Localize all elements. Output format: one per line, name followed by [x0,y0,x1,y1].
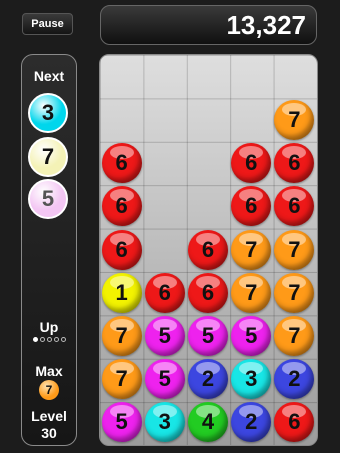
ball-number: 6 [201,279,215,305]
ball-number: 7 [115,322,128,348]
ball-6[interactable]: 6 [274,143,315,184]
ball-5[interactable]: 5 [188,315,228,356]
ball-number: 6 [115,193,128,219]
ball-5[interactable]: 5 [101,402,142,443]
ball-number: 7 [288,106,301,132]
ball-number: 7 [115,366,128,392]
ball-number: 5 [201,322,215,348]
ball-number: 6 [158,279,171,305]
ball-number: 6 [245,193,258,219]
ball-5[interactable]: 5 [231,315,272,356]
level-value: 30 [41,425,57,441]
ball-6[interactable]: 6 [231,143,272,184]
ball-number: 7 [288,322,301,348]
ball-number: 5 [158,322,171,348]
ball-number: 7 [245,236,258,262]
up-label: Up [39,319,59,335]
ball-6[interactable]: 6 [144,272,185,313]
next-label: Next [33,68,65,84]
next-ball-value: 3 [41,100,55,125]
ball-6[interactable]: 6 [101,143,142,184]
up-progress-dot [60,337,66,342]
next-ball-value: 5 [41,186,55,211]
ball-7[interactable]: 7 [101,359,142,400]
next-ball: 3 [28,93,68,133]
ball-2[interactable]: 2 [188,359,228,400]
up-progress-dot [46,337,52,342]
ball-number: 6 [201,236,215,262]
game-screen: Pause 13,327 Next 375 Up Max 7 Level 30 … [0,0,340,453]
ball-4[interactable]: 4 [188,402,228,443]
ball-1[interactable]: 1 [101,272,142,313]
max-label: Max [35,363,63,379]
ball-6[interactable]: 6 [101,229,142,270]
ball-3[interactable]: 3 [231,359,272,400]
ball-number: 3 [158,409,171,435]
up-progress-dot [32,337,38,342]
next-ball: 5 [28,179,68,219]
ball-number: 1 [115,279,128,305]
ball-2[interactable]: 2 [231,402,272,443]
ball-6[interactable]: 6 [231,186,272,227]
ball-number: 2 [288,366,301,392]
ball-7[interactable]: 7 [231,272,272,313]
ball-6[interactable]: 6 [188,272,228,313]
ball-5[interactable]: 5 [144,359,185,400]
max-ball-icon: 7 [39,380,59,400]
ball-7[interactable]: 7 [231,229,272,270]
ball-7[interactable]: 7 [274,272,315,313]
ball-7[interactable]: 7 [101,315,142,356]
ball-number: 6 [288,150,301,176]
ball-number: 7 [245,279,258,305]
max-value: 7 [45,383,53,397]
ball-number: 2 [245,409,258,435]
score-display: 13,327 [100,5,317,45]
ball-6[interactable]: 6 [101,186,142,227]
ball-number: 5 [245,322,258,348]
up-progress-dot [53,337,59,342]
next-ball-value: 7 [41,144,55,169]
ball-number: 7 [288,279,301,305]
ball-3[interactable]: 3 [144,402,185,443]
ball-7[interactable]: 7 [274,99,315,140]
ball-number: 6 [288,409,301,435]
ball-number: 5 [158,366,171,392]
up-progress-dot [39,337,45,342]
ball-number: 4 [201,409,215,435]
ball-number: 6 [115,236,128,262]
side-panel: Next 3 7 5 Up Max 7 Level 30 [21,54,77,446]
ball-6[interactable]: 6 [188,229,228,270]
ball-number: 2 [201,366,215,392]
ball-6[interactable]: 6 [274,186,315,227]
ball-number: 5 [115,409,128,435]
game-board[interactable]: 7 6 6 6 6 6 6 6 6 7 7 1 6 6 7 7 7 5 5 5 7 7 5 2 3 2 5 3 4 2 6 [99,54,318,446]
up-progress-dots [22,337,76,342]
level-label: Level [31,408,67,424]
ball-number: 3 [245,366,258,392]
ball-5[interactable]: 5 [144,315,185,356]
ball-7[interactable]: 7 [274,315,315,356]
ball-number: 7 [288,236,301,262]
score-value: 13,327 [226,9,306,40]
pause-button[interactable]: Pause [22,13,73,35]
ball-2[interactable]: 2 [274,359,315,400]
ball-number: 6 [288,193,301,219]
ball-number: 6 [245,150,258,176]
ball-7[interactable]: 7 [274,229,315,270]
next-ball: 7 [28,137,68,177]
ball-number: 6 [115,150,128,176]
ball-6[interactable]: 6 [274,402,315,443]
